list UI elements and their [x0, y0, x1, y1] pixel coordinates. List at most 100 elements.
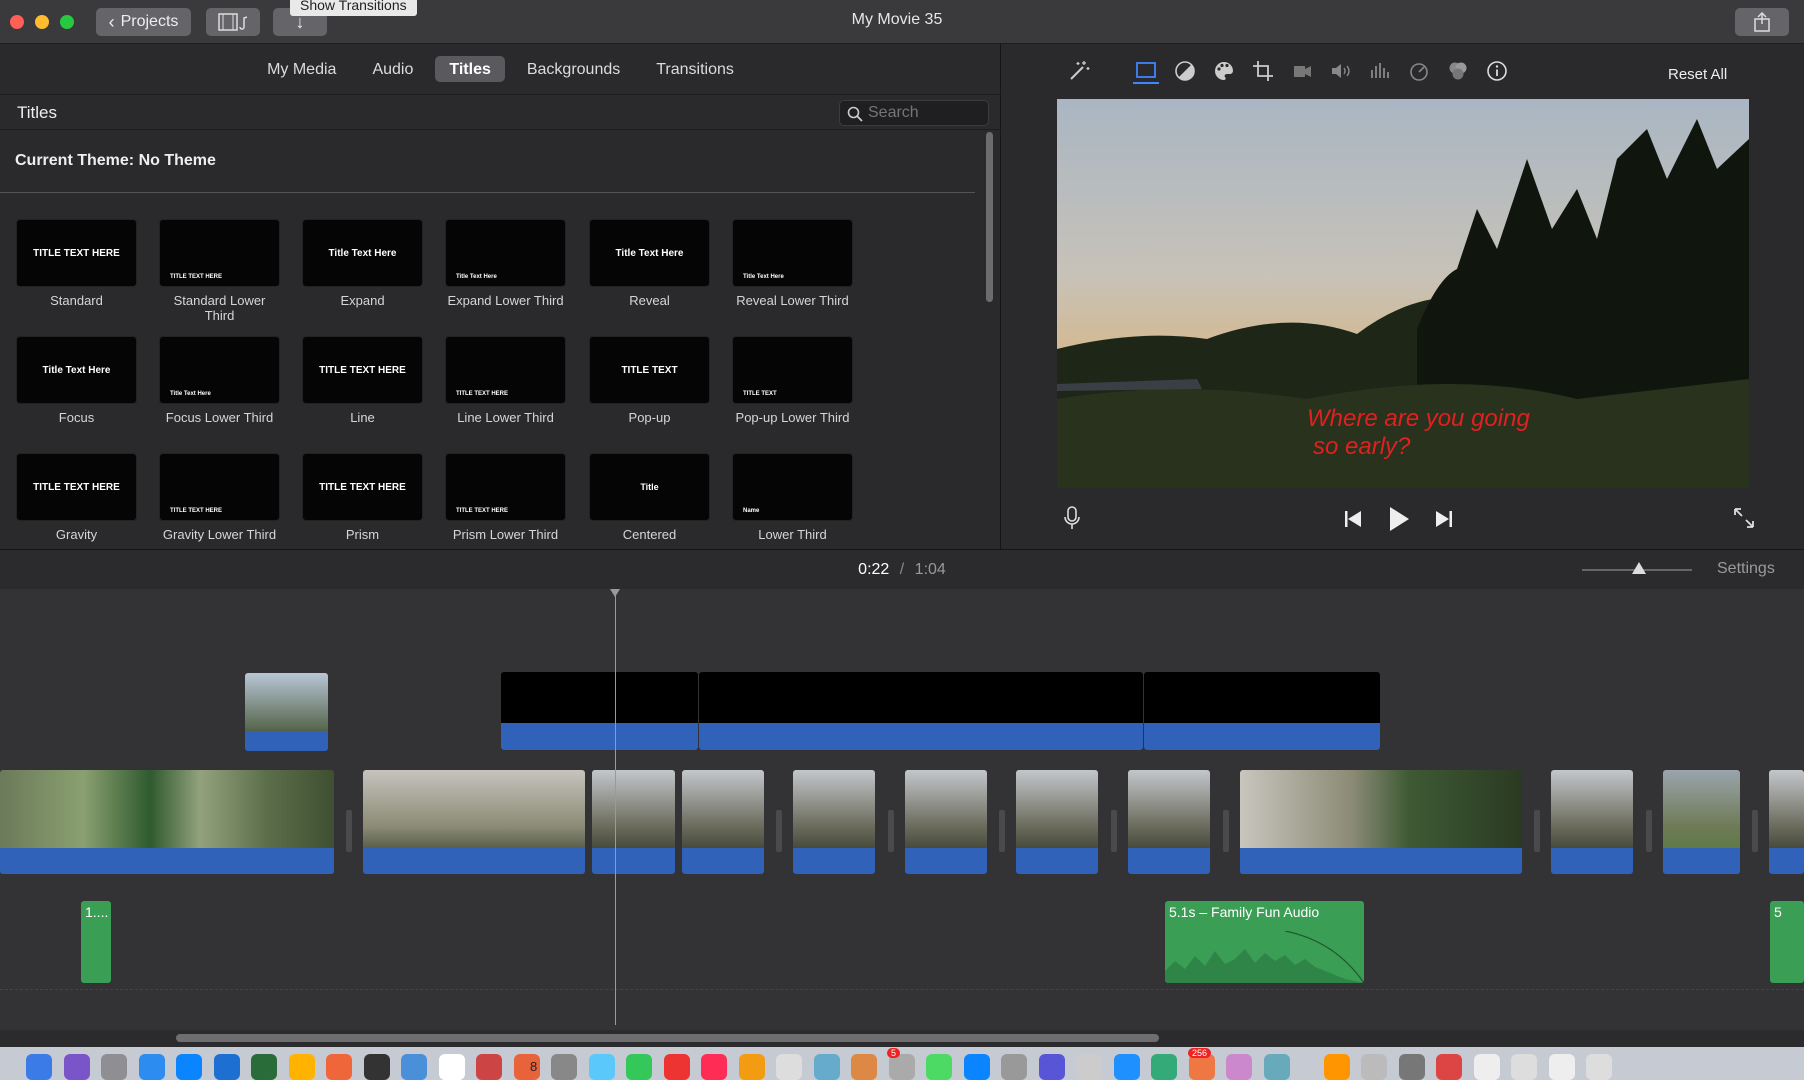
video-clip[interactable] — [682, 770, 764, 874]
video-clip[interactable] — [0, 770, 334, 874]
dock-app-icon[interactable] — [1151, 1054, 1177, 1080]
video-clip[interactable] — [1551, 770, 1633, 874]
video-clip[interactable] — [793, 770, 875, 874]
dock-app-icon[interactable] — [1038, 1054, 1065, 1080]
title-tile-prism[interactable]: TITLE TEXT HERE Prism — [302, 453, 427, 542]
color-balance-button[interactable] — [1172, 58, 1198, 84]
title-clip[interactable] — [699, 672, 1143, 750]
title-tile-lower-third[interactable]: Name Lower Third — [732, 453, 857, 542]
enhance-button[interactable] — [1066, 58, 1092, 84]
search-box[interactable] — [839, 100, 989, 126]
skip-forward-button[interactable] — [1435, 510, 1453, 533]
clip-framing-button[interactable] — [1133, 58, 1159, 84]
title-tile-expand-lower-third[interactable]: Title Text Here Expand Lower Third — [445, 219, 570, 308]
video-clip[interactable] — [363, 770, 585, 874]
audio-clip-family-fun[interactable]: 5.1s – Family Fun Audio — [1165, 901, 1364, 983]
transition-marker[interactable] — [1223, 810, 1229, 852]
title-tile-centered[interactable]: Title Centered — [589, 453, 714, 542]
timeline[interactable]: 1.... 5.1s – Family Fun Audio 5 — [0, 589, 1804, 1030]
dock-app-icon[interactable] — [251, 1054, 277, 1080]
transition-marker[interactable] — [1111, 810, 1117, 852]
dock-app-icon[interactable] — [438, 1054, 465, 1080]
video-clip[interactable] — [905, 770, 987, 874]
dock-app-icon[interactable] — [1436, 1054, 1462, 1080]
video-preview[interactable]: Where are you going so early? — [1057, 99, 1749, 488]
audio-clip[interactable]: 5 — [1770, 901, 1804, 983]
dock-app-icon[interactable] — [1398, 1054, 1425, 1080]
skip-back-button[interactable] — [1344, 510, 1362, 533]
dock-app-icon[interactable] — [476, 1054, 502, 1080]
title-tile-focus-lower-third[interactable]: Title Text Here Focus Lower Third — [159, 336, 284, 425]
color-correction-button[interactable] — [1211, 58, 1237, 84]
speed-button[interactable] — [1406, 58, 1432, 84]
title-tile-reveal-lower-third[interactable]: Title Text Here Reveal Lower Third — [732, 219, 857, 308]
dock-app-icon[interactable] — [138, 1054, 165, 1080]
dock-app-icon[interactable] — [626, 1054, 652, 1080]
dock-app-icon[interactable] — [738, 1054, 765, 1080]
transition-marker[interactable] — [1752, 810, 1758, 852]
tab-audio[interactable]: Audio — [358, 56, 427, 82]
crop-to-fill-button[interactable] — [1032, 58, 1058, 84]
video-clip[interactable] — [592, 770, 675, 874]
timeline-settings-button[interactable]: Settings — [1717, 560, 1775, 578]
dock-app-icon[interactable] — [26, 1054, 52, 1080]
dock-app-icon[interactable] — [363, 1054, 390, 1080]
transition-marker[interactable] — [888, 810, 894, 852]
dock-app-icon[interactable] — [1226, 1054, 1252, 1080]
dock-app-icon[interactable] — [176, 1054, 202, 1080]
dock-app-icon[interactable] — [401, 1054, 427, 1080]
playhead[interactable] — [610, 589, 620, 1025]
transition-marker[interactable] — [346, 810, 352, 852]
title-tile-line[interactable]: TITLE TEXT HERE Line — [302, 336, 427, 425]
tab-backgrounds[interactable]: Backgrounds — [513, 56, 634, 82]
volume-button[interactable] — [1328, 58, 1354, 84]
dock-app-icon[interactable] — [851, 1054, 877, 1080]
dock-app-icon[interactable] — [288, 1054, 315, 1080]
tab-my-media[interactable]: My Media — [253, 56, 350, 82]
title-clip[interactable] — [1144, 672, 1380, 750]
dock-app-icon[interactable] — [1511, 1054, 1537, 1080]
playhead-handle[interactable] — [610, 589, 620, 597]
transition-marker[interactable] — [1534, 810, 1540, 852]
title-tile-gravity-lower-third[interactable]: TITLE TEXT HERE Gravity Lower Third — [159, 453, 284, 542]
title-tile-standard[interactable]: TITLE TEXT HERE Standard — [16, 219, 141, 308]
dock-app-icon[interactable] — [776, 1054, 802, 1080]
clip-filter-button[interactable] — [1445, 58, 1471, 84]
dock-app-icon[interactable] — [326, 1054, 352, 1080]
tab-transitions[interactable]: Transitions — [642, 56, 748, 82]
crop-button[interactable] — [1250, 58, 1276, 84]
dock-app-icon[interactable] — [101, 1054, 127, 1080]
zoom-slider-knob[interactable] — [1632, 562, 1646, 574]
noise-reduction-button[interactable] — [1367, 58, 1393, 84]
title-tile-pop-up[interactable]: TITLE TEXT Pop-up — [589, 336, 714, 425]
dock-app-icon[interactable] — [813, 1054, 840, 1080]
title-caption[interactable]: Where are you going so early? — [1307, 405, 1530, 461]
title-tile-focus[interactable]: Title Text Here Focus — [16, 336, 141, 425]
dock-app-icon[interactable] — [1473, 1054, 1500, 1080]
transition-marker[interactable] — [1646, 810, 1652, 852]
video-clip[interactable] — [1128, 770, 1210, 874]
dock-app-icon[interactable] — [701, 1054, 727, 1080]
video-clip[interactable] — [1016, 770, 1098, 874]
transition-marker[interactable] — [999, 810, 1005, 852]
dock-app-icon[interactable] — [926, 1054, 952, 1080]
dock-app-icon[interactable] — [1361, 1054, 1387, 1080]
browser-scrollbar[interactable] — [986, 132, 993, 302]
zoom-slider[interactable] — [1582, 562, 1692, 574]
dock-app-icon[interactable] — [588, 1054, 615, 1080]
dock-app-icon[interactable] — [1586, 1054, 1612, 1080]
play-button[interactable] — [1388, 506, 1410, 537]
reset-all-button[interactable]: Reset All — [1668, 66, 1727, 83]
transition-marker[interactable] — [776, 810, 782, 852]
stabilization-button[interactable] — [1289, 58, 1315, 84]
dock-app-icon[interactable] — [663, 1054, 690, 1080]
dock-app-icon[interactable] — [1113, 1054, 1140, 1080]
title-tile-expand[interactable]: Title Text Here Expand — [302, 219, 427, 308]
title-tile-standard-lower-third[interactable]: TITLE TEXT HERE Standard Lower Third — [159, 219, 284, 323]
title-clip-sun[interactable] — [245, 673, 328, 751]
tab-titles[interactable]: Titles — [435, 56, 505, 82]
record-voiceover-button[interactable] — [1064, 506, 1080, 535]
title-clip[interactable] — [501, 672, 698, 750]
search-input[interactable] — [868, 103, 984, 123]
dock-app-icon[interactable] — [1001, 1054, 1027, 1080]
